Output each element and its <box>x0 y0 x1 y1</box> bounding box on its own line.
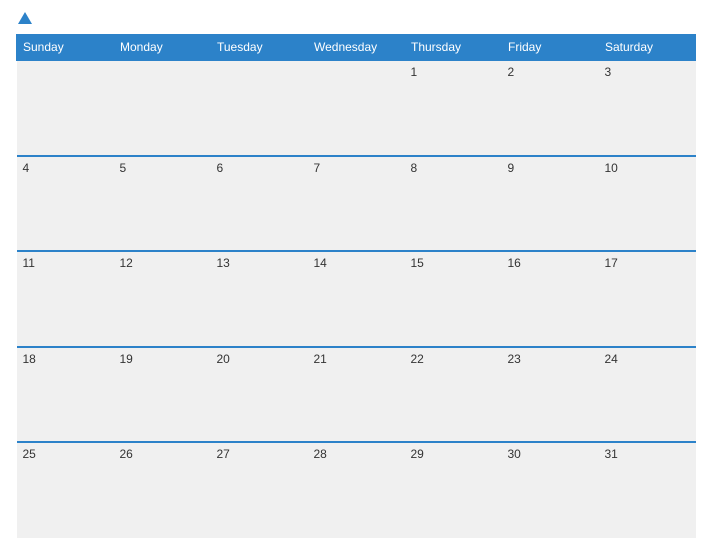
day-number: 2 <box>508 65 515 79</box>
calendar-cell: 24 <box>599 347 696 443</box>
day-number: 4 <box>23 161 30 175</box>
day-number: 9 <box>508 161 515 175</box>
weekday-header-row: SundayMondayTuesdayWednesdayThursdayFrid… <box>17 35 696 61</box>
calendar-cell: 21 <box>308 347 405 443</box>
day-number: 5 <box>120 161 127 175</box>
calendar-cell: 12 <box>114 251 211 347</box>
day-number: 22 <box>411 352 424 366</box>
weekday-header-friday: Friday <box>502 35 599 61</box>
calendar-cell: 20 <box>211 347 308 443</box>
day-number: 26 <box>120 447 133 461</box>
calendar-table: SundayMondayTuesdayWednesdayThursdayFrid… <box>16 34 696 538</box>
day-number: 7 <box>314 161 321 175</box>
calendar-cell: 6 <box>211 156 308 252</box>
calendar-cell: 25 <box>17 442 114 538</box>
calendar-cell: 9 <box>502 156 599 252</box>
calendar-cell: 8 <box>405 156 502 252</box>
calendar-cell: 16 <box>502 251 599 347</box>
calendar-cell: 17 <box>599 251 696 347</box>
day-number: 21 <box>314 352 327 366</box>
weekday-header-sunday: Sunday <box>17 35 114 61</box>
week-row-1: 1 2 3 <box>17 60 696 156</box>
day-number: 24 <box>605 352 618 366</box>
weekday-header-tuesday: Tuesday <box>211 35 308 61</box>
weekday-header-wednesday: Wednesday <box>308 35 405 61</box>
calendar-cell <box>211 60 308 156</box>
day-number: 3 <box>605 65 612 79</box>
weekday-header-monday: Monday <box>114 35 211 61</box>
calendar-cell: 31 <box>599 442 696 538</box>
calendar-wrapper: SundayMondayTuesdayWednesdayThursdayFrid… <box>0 0 712 550</box>
day-number: 15 <box>411 256 424 270</box>
weekday-header-thursday: Thursday <box>405 35 502 61</box>
day-number: 27 <box>217 447 230 461</box>
calendar-cell <box>114 60 211 156</box>
calendar-cell: 23 <box>502 347 599 443</box>
calendar-cell: 1 <box>405 60 502 156</box>
logo <box>16 12 32 24</box>
calendar-cell: 26 <box>114 442 211 538</box>
logo-triangle-icon <box>18 12 32 24</box>
day-number: 25 <box>23 447 36 461</box>
day-number: 17 <box>605 256 618 270</box>
calendar-cell: 14 <box>308 251 405 347</box>
calendar-cell: 3 <box>599 60 696 156</box>
calendar-cell: 27 <box>211 442 308 538</box>
calendar-cell: 22 <box>405 347 502 443</box>
day-number: 6 <box>217 161 224 175</box>
day-number: 19 <box>120 352 133 366</box>
calendar-cell: 29 <box>405 442 502 538</box>
day-number: 11 <box>23 256 35 270</box>
calendar-cell: 19 <box>114 347 211 443</box>
calendar-cell: 10 <box>599 156 696 252</box>
week-row-4: 18 19 20 21 22 23 24 <box>17 347 696 443</box>
calendar-cell: 15 <box>405 251 502 347</box>
calendar-cell: 5 <box>114 156 211 252</box>
day-number: 10 <box>605 161 618 175</box>
day-number: 30 <box>508 447 521 461</box>
calendar-cell: 18 <box>17 347 114 443</box>
week-row-5: 25 26 27 28 29 30 31 <box>17 442 696 538</box>
week-row-2: 4 5 6 7 8 9 10 <box>17 156 696 252</box>
calendar-cell: 4 <box>17 156 114 252</box>
day-number: 18 <box>23 352 36 366</box>
day-number: 29 <box>411 447 424 461</box>
calendar-cell: 28 <box>308 442 405 538</box>
calendar-cell: 2 <box>502 60 599 156</box>
day-number: 1 <box>411 65 418 79</box>
header <box>16 12 696 24</box>
day-number: 14 <box>314 256 327 270</box>
day-number: 23 <box>508 352 521 366</box>
calendar-cell <box>308 60 405 156</box>
calendar-cell: 30 <box>502 442 599 538</box>
weekday-header-saturday: Saturday <box>599 35 696 61</box>
day-number: 8 <box>411 161 418 175</box>
day-number: 16 <box>508 256 521 270</box>
calendar-cell: 13 <box>211 251 308 347</box>
calendar-cell: 11 <box>17 251 114 347</box>
calendar-cell: 7 <box>308 156 405 252</box>
day-number: 31 <box>605 447 618 461</box>
day-number: 28 <box>314 447 327 461</box>
calendar-cell <box>17 60 114 156</box>
day-number: 12 <box>120 256 133 270</box>
week-row-3: 11 12 13 14 15 16 17 <box>17 251 696 347</box>
day-number: 13 <box>217 256 230 270</box>
day-number: 20 <box>217 352 230 366</box>
